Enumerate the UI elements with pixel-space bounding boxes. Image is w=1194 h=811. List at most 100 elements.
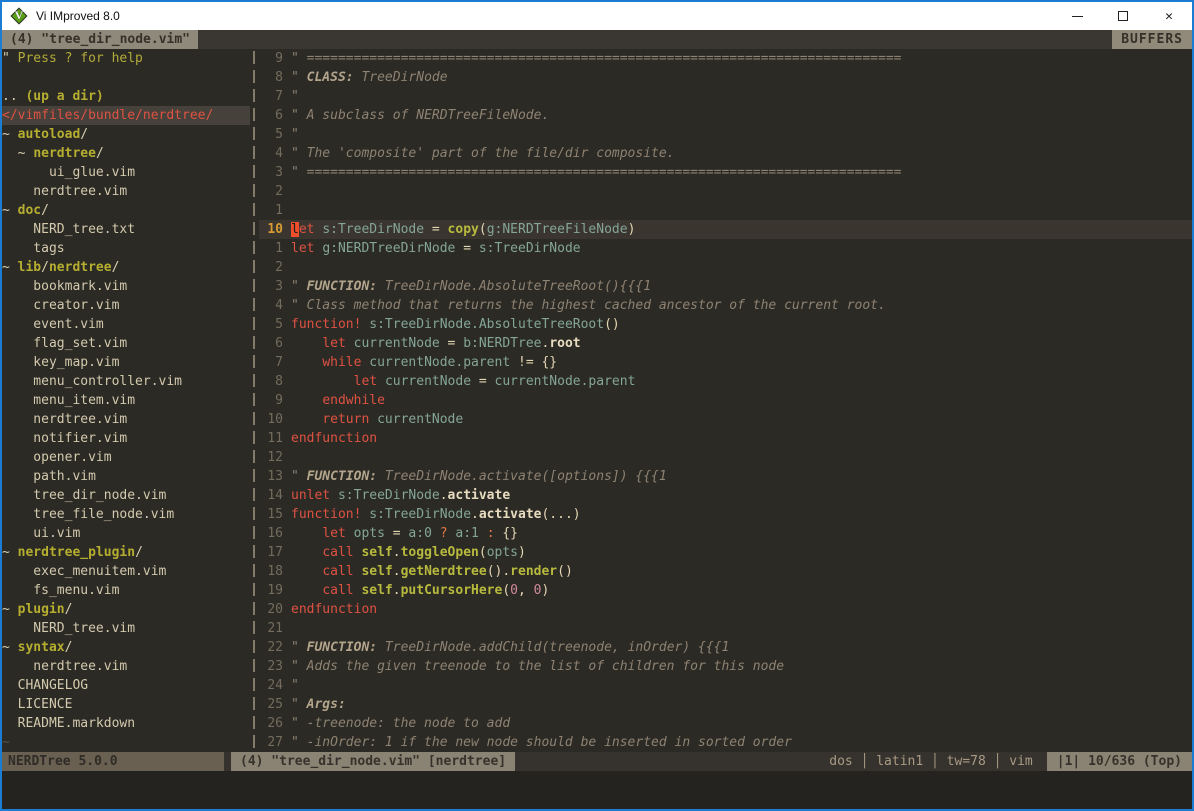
editor-line[interactable]: 4" Class method that returns the highest…: [259, 296, 1192, 315]
editor-line[interactable]: 7": [259, 87, 1192, 106]
editor-line[interactable]: 16 let opts = a:0 ? a:1 : {}: [259, 524, 1192, 543]
nerdtree-item[interactable]: tags: [2, 239, 250, 258]
editor-line[interactable]: 15function! s:TreeDirNode.activate(...): [259, 505, 1192, 524]
nerdtree-item[interactable]: " Press ? for help: [2, 49, 250, 68]
token-id: a:0: [408, 526, 431, 541]
editor-line[interactable]: 1let g:NERDTreeDirNode = s:TreeDirNode: [259, 239, 1192, 258]
nerdtree-item[interactable]: .. (up a dir): [2, 87, 250, 106]
token-ct: Args:: [307, 697, 346, 712]
nerdtree-item[interactable]: menu_controller.vim: [2, 372, 250, 391]
editor-line[interactable]: 24": [259, 676, 1192, 695]
token-pl: [291, 564, 322, 579]
nerdtree-item[interactable]: tree_dir_node.vim: [2, 486, 250, 505]
editor-line[interactable]: 25" Args:: [259, 695, 1192, 714]
editor-line[interactable]: 2: [259, 258, 1192, 277]
nerdtree-item[interactable]: ~ autoload/: [2, 125, 250, 144]
nerdtree-item[interactable]: [2, 68, 250, 87]
token-cm: ": [291, 89, 299, 104]
nerdtree-item[interactable]: NERD_tree.vim: [2, 619, 250, 638]
editor-line[interactable]: 11endfunction: [259, 429, 1192, 448]
editor-line[interactable]: 19 call self.putCursorHere(0, 0): [259, 581, 1192, 600]
vertical-split-separator[interactable]: [250, 49, 259, 752]
editor-line[interactable]: 5": [259, 125, 1192, 144]
minimize-button[interactable]: [1054, 2, 1100, 30]
nerdtree-item[interactable]: flag_set.vim: [2, 334, 250, 353]
token-cm: " -inOrder: 1 if the new node should be …: [291, 735, 792, 750]
editor-line[interactable]: 22" FUNCTION: TreeDirNode.addChild(treen…: [259, 638, 1192, 657]
line-number: 1: [259, 201, 283, 220]
nerdtree-item[interactable]: opener.vim: [2, 448, 250, 467]
editor-line[interactable]: 12: [259, 448, 1192, 467]
nerdtree-root-item[interactable]: </vimfiles/bundle/nerdtree/: [2, 106, 250, 125]
editor-line[interactable]: 7 while currentNode.parent != {}: [259, 353, 1192, 372]
nerdtree-item[interactable]: bookmark.vim: [2, 277, 250, 296]
token-id: currentNode: [377, 412, 463, 427]
maximize-icon: [1118, 11, 1128, 21]
nerdtree-item[interactable]: menu_item.vim: [2, 391, 250, 410]
editor-line[interactable]: 26" -treenode: the node to add: [259, 714, 1192, 733]
editor-line[interactable]: 4" The 'composite' part of the file/dir …: [259, 144, 1192, 163]
editor-line[interactable]: 9 endwhile: [259, 391, 1192, 410]
nerdtree-item[interactable]: ui.vim: [2, 524, 250, 543]
nerdtree-item[interactable]: ~ lib/nerdtree/: [2, 258, 250, 277]
nerdtree-item[interactable]: nerdtree.vim: [2, 182, 250, 201]
editor-line[interactable]: 6 let currentNode = b:NERDTree.root: [259, 334, 1192, 353]
nerdtree-item[interactable]: CHANGELOG: [2, 676, 250, 695]
gutter-space: [283, 676, 291, 695]
nerdtree-item[interactable]: ~ syntax/: [2, 638, 250, 657]
editor-line[interactable]: 18 call self.getNerdtree().render(): [259, 562, 1192, 581]
token-dir: doc: [18, 203, 41, 218]
vim-icon: V: [10, 7, 28, 25]
editor-line[interactable]: 14unlet s:TreeDirNode.activate: [259, 486, 1192, 505]
token-pn: ~: [2, 203, 18, 218]
editor-line[interactable]: 3" =====================================…: [259, 163, 1192, 182]
editor-line[interactable]: 2: [259, 182, 1192, 201]
editor-line[interactable]: 3" FUNCTION: TreeDirNode.AbsoluteTreeRoo…: [259, 277, 1192, 296]
code-text: " FUNCTION: TreeDirNode.AbsoluteTreeRoot…: [291, 277, 651, 296]
token-pl: ,: [518, 583, 534, 598]
editor-line[interactable]: 23" Adds the given treenode to the list …: [259, 657, 1192, 676]
close-button[interactable]: ✕: [1146, 2, 1192, 30]
nerdtree-item[interactable]: exec_menuitem.vim: [2, 562, 250, 581]
editor-line[interactable]: 13" FUNCTION: TreeDirNode.activate([opti…: [259, 467, 1192, 486]
editor-line[interactable]: 9" =====================================…: [259, 49, 1192, 68]
nerdtree-item[interactable]: event.vim: [2, 315, 250, 334]
nerdtree-item[interactable]: creator.vim: [2, 296, 250, 315]
tab-active-buffer[interactable]: (4) "tree_dir_node.vim": [2, 30, 198, 49]
gutter-space: [283, 315, 291, 334]
editor-line[interactable]: 20endfunction: [259, 600, 1192, 619]
nerdtree-item[interactable]: NERD_tree.txt: [2, 220, 250, 239]
nerdtree-item[interactable]: nerdtree.vim: [2, 657, 250, 676]
editor-line[interactable]: 6" A subclass of NERDTreeFileNode.: [259, 106, 1192, 125]
editor-line[interactable]: 8 let currentNode = currentNode.parent: [259, 372, 1192, 391]
nerdtree-item[interactable]: LICENCE: [2, 695, 250, 714]
nerdtree-item[interactable]: ~ nerdtree_plugin/: [2, 543, 250, 562]
editor-line[interactable]: 27" -inOrder: 1 if the new node should b…: [259, 733, 1192, 752]
token-pl: ().: [487, 564, 510, 579]
code-text: " A subclass of NERDTreeFileNode.: [291, 106, 549, 125]
nerdtree-item[interactable]: nerdtree.vim: [2, 410, 250, 429]
editor-line[interactable]: 17 call self.toggleOpen(opts): [259, 543, 1192, 562]
editor-cursor-line[interactable]: 10let s:TreeDirNode = copy(g:NERDTreeFil…: [259, 220, 1192, 239]
maximize-button[interactable]: [1100, 2, 1146, 30]
token-pl: .: [471, 507, 479, 522]
editor-line[interactable]: 8" CLASS: TreeDirNode: [259, 68, 1192, 87]
token-fi: CHANGELOG: [2, 678, 88, 693]
token-cm: " A subclass of NERDTreeFileNode.: [291, 108, 549, 123]
nerdtree-item[interactable]: ~ plugin/: [2, 600, 250, 619]
nerdtree-item[interactable]: ui_glue.vim: [2, 163, 250, 182]
nerdtree-item[interactable]: path.vim: [2, 467, 250, 486]
nerdtree-item[interactable]: fs_menu.vim: [2, 581, 250, 600]
nerdtree-item[interactable]: notifier.vim: [2, 429, 250, 448]
nerdtree-item[interactable]: key_map.vim: [2, 353, 250, 372]
editor-line[interactable]: 5function! s:TreeDirNode.AbsoluteTreeRoo…: [259, 315, 1192, 334]
command-line[interactable]: [2, 771, 1192, 809]
nerdtree-item[interactable]: ~ doc/: [2, 201, 250, 220]
nerdtree-item[interactable]: README.markdown: [2, 714, 250, 733]
editor-line[interactable]: 21: [259, 619, 1192, 638]
nerdtree-item[interactable]: ~: [2, 733, 250, 752]
editor-line[interactable]: 1: [259, 201, 1192, 220]
editor-line[interactable]: 10 return currentNode: [259, 410, 1192, 429]
nerdtree-item[interactable]: tree_file_node.vim: [2, 505, 250, 524]
nerdtree-item[interactable]: ~ nerdtree/: [2, 144, 250, 163]
